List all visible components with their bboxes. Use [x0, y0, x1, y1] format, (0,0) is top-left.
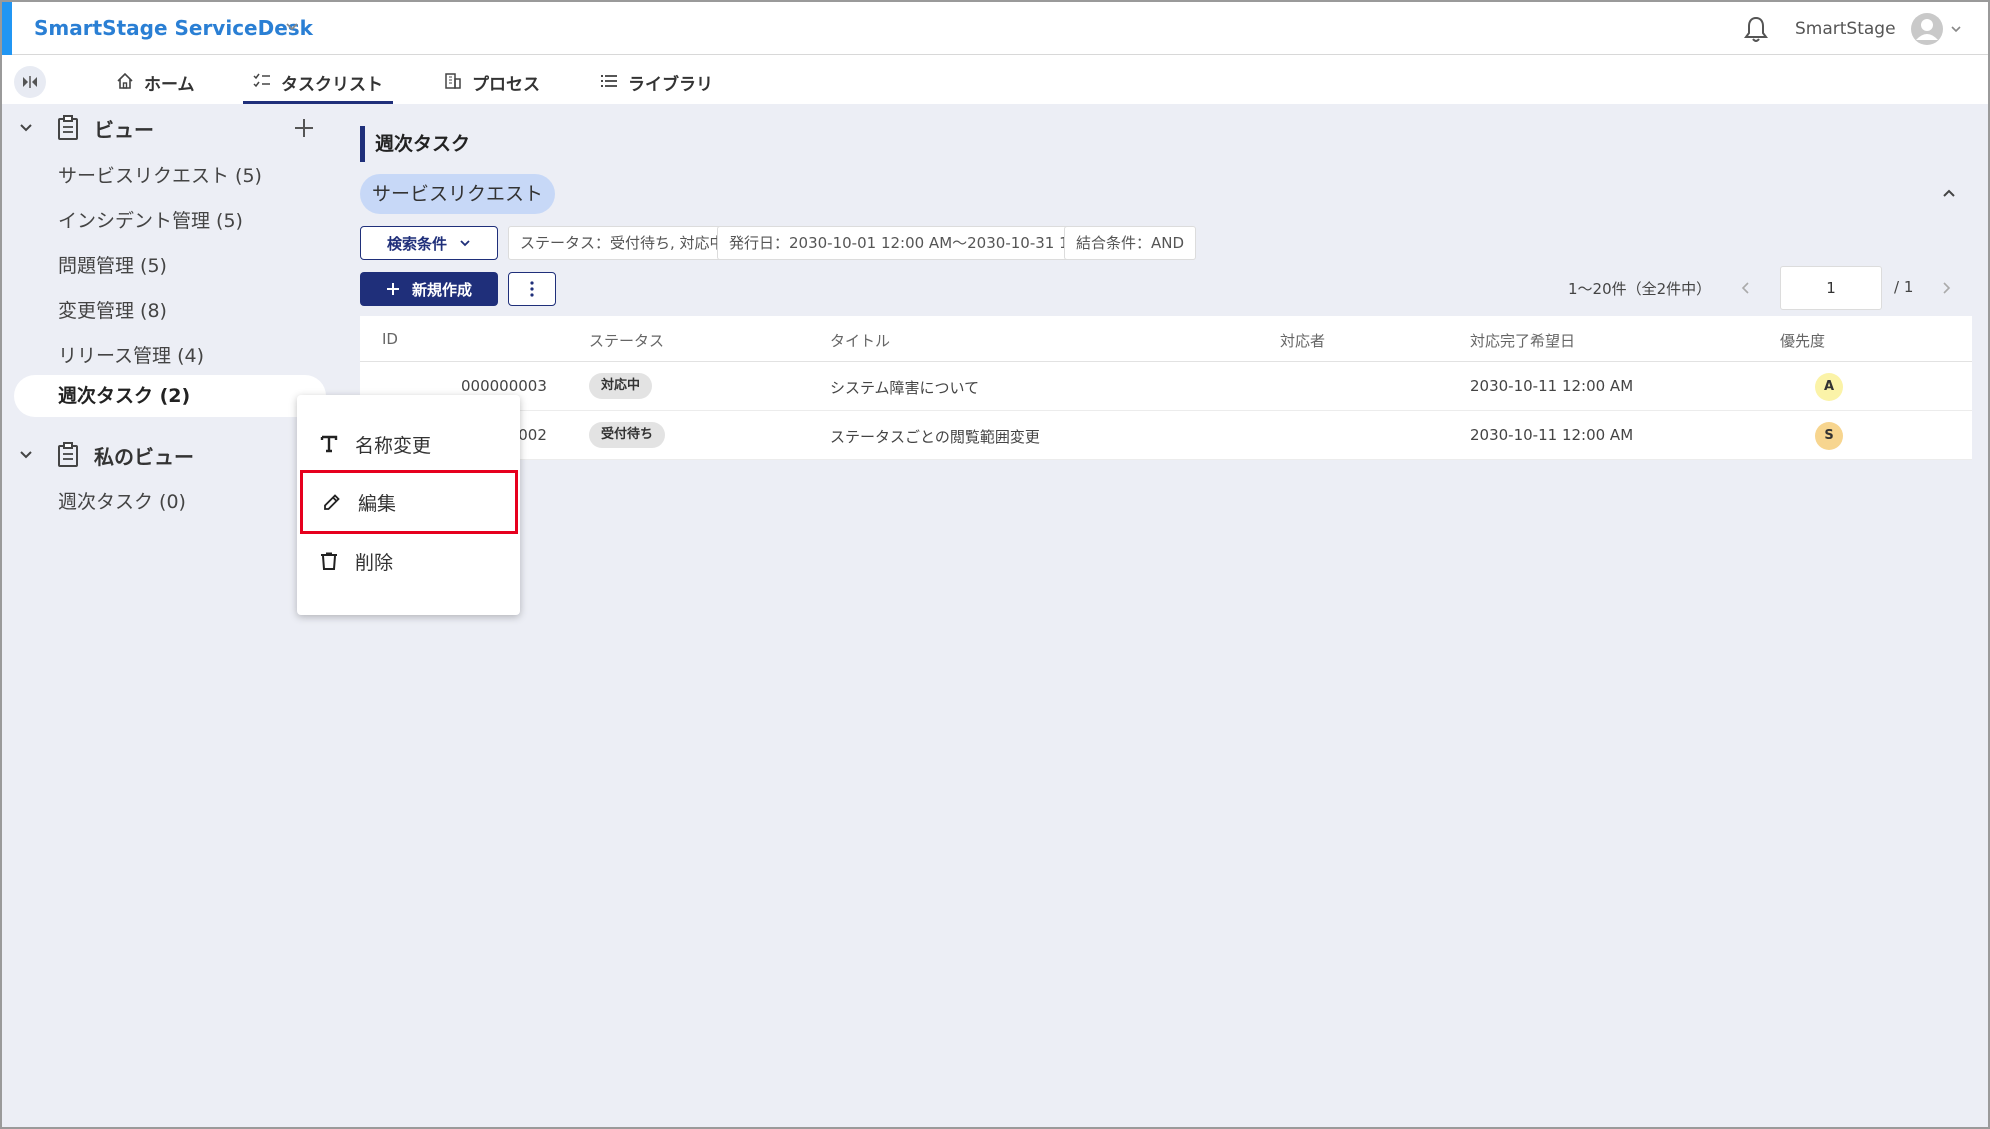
filter-chip-join-condition: 結合条件：AND	[1064, 226, 1197, 260]
view-type-pill[interactable]: サービスリクエスト	[360, 174, 556, 214]
add-view-icon[interactable]	[292, 116, 316, 140]
cell-id: 000000003	[461, 377, 547, 395]
tab-library[interactable]: ライブラリ	[600, 70, 713, 104]
trash-icon	[321, 552, 337, 570]
pager-summary: 1〜20件（全2件中）	[1568, 280, 1712, 298]
page-number-input[interactable]	[1780, 266, 1882, 310]
filter-chip-status: ステータス：受付待ち, 対応中	[508, 226, 737, 260]
app-header: SmartStage ServiceDesk SmartStage	[2, 2, 1988, 55]
tab-process[interactable]: プロセス	[444, 70, 540, 104]
search-conditions-button[interactable]: 検索条件	[360, 226, 498, 260]
cell-due-date: 2030-10-11 12:00 AM	[1470, 426, 1634, 444]
my-views-section-header[interactable]: 私のビュー	[16, 440, 194, 470]
sidebar-item-release[interactable]: リリース管理 (4)	[58, 341, 204, 368]
sidebar: ビュー サービスリクエスト (5) インシデント管理 (5) 問題管理 (5) …	[2, 104, 338, 1127]
chevron-up-icon[interactable]	[1940, 184, 1958, 202]
list-icon	[601, 75, 617, 87]
table-row[interactable]: 000000002 受付待ち ステータスごとの閲覧範囲変更 2030-10-11…	[360, 411, 1972, 460]
tab-tasklist[interactable]: タスクリスト	[243, 70, 393, 104]
my-views-section-title: 私のビュー	[94, 444, 194, 469]
create-new-label: 新規作成	[411, 280, 472, 299]
sidebar-item-weekly-task[interactable]: 週次タスク (2)	[14, 375, 326, 417]
tab-label: プロセス	[472, 75, 540, 95]
sidebar-item-change[interactable]: 変更管理 (8)	[58, 296, 167, 323]
tab-label: ホーム	[144, 75, 195, 95]
sidebar-item-my-weekly-task[interactable]: 週次タスク (0)	[58, 487, 186, 514]
table-row[interactable]: 000000003 対応中 システム障害について 2030-10-11 12:0…	[360, 362, 1972, 411]
main-content: 週次タスク サービスリクエスト 検索条件 ステータス：受付待ち, 対応中 発行日…	[338, 104, 1988, 1127]
column-header-status[interactable]: ステータス	[589, 330, 664, 351]
cell-title[interactable]: ステータスごとの閲覧範囲変更	[830, 426, 1040, 447]
chevron-left-icon[interactable]	[1738, 280, 1754, 296]
pencil-icon	[324, 494, 340, 510]
views-section-header[interactable]: ビュー	[16, 113, 154, 143]
tab-label: ライブラリ	[628, 75, 713, 95]
collapse-icon	[23, 76, 37, 88]
chevron-down-icon[interactable]	[285, 19, 299, 33]
column-header-priority[interactable]: 優先度	[1780, 330, 1825, 351]
page-title: 週次タスク	[360, 126, 470, 162]
sidebar-item-service-request[interactable]: サービスリクエスト (5)	[58, 161, 262, 188]
sidebar-item-incident[interactable]: インシデント管理 (5)	[58, 206, 243, 233]
column-header-id[interactable]: ID	[382, 330, 398, 348]
table-header: ID ステータス タイトル 対応者 対応完了希望日 優先度	[360, 316, 1972, 362]
user-name[interactable]: SmartStage	[1795, 19, 1896, 39]
status-badge: 受付待ち	[589, 422, 666, 448]
view-context-menu: 名称変更 編集 削除	[297, 395, 520, 615]
priority-badge: A	[1815, 373, 1843, 401]
more-vertical-icon	[530, 281, 534, 297]
menu-item-label: 名称変更	[355, 434, 432, 457]
views-section-title: ビュー	[94, 117, 154, 142]
chevron-down-icon[interactable]	[16, 118, 36, 138]
column-header-title[interactable]: タイトル	[830, 330, 890, 351]
clipboard-icon	[58, 115, 78, 140]
create-new-button[interactable]: 新規作成	[360, 272, 498, 306]
menu-item-edit[interactable]: 編集	[300, 470, 518, 534]
status-badge: 対応中	[589, 373, 653, 399]
bell-icon[interactable]	[1742, 14, 1770, 44]
sidebar-toggle-button[interactable]	[14, 66, 46, 98]
column-header-due-date[interactable]: 対応完了希望日	[1470, 330, 1575, 351]
menu-item-rename[interactable]: 名称変更	[297, 415, 520, 473]
more-actions-button[interactable]	[508, 272, 556, 306]
cell-title[interactable]: システム障害について	[830, 377, 979, 398]
chevron-down-icon[interactable]	[16, 445, 36, 465]
header-accent-bar	[2, 2, 12, 55]
menu-item-delete[interactable]: 削除	[297, 532, 520, 590]
task-table: ID ステータス タイトル 対応者 対応完了希望日 優先度 000000003 …	[360, 316, 1972, 460]
tab-label: タスクリスト	[281, 75, 383, 95]
cell-due-date: 2030-10-11 12:00 AM	[1470, 377, 1634, 395]
app-title[interactable]: SmartStage ServiceDesk	[34, 16, 313, 40]
menu-item-label: 編集	[358, 492, 397, 515]
chevron-down-icon	[460, 240, 470, 247]
checklist-icon	[253, 73, 270, 88]
chevron-down-icon[interactable]	[1950, 23, 1962, 35]
plus-icon	[386, 283, 399, 295]
app-window: SmartStage ServiceDesk SmartStage ホーム タス…	[0, 0, 1990, 1129]
main-nav: ホーム タスクリスト プロセス ライブラリ	[2, 56, 1988, 104]
chevron-right-icon[interactable]	[1938, 280, 1954, 296]
tab-home[interactable]: ホーム	[116, 70, 195, 104]
pager-total: / 1	[1894, 278, 1914, 296]
search-conditions-label: 検索条件	[386, 234, 447, 253]
home-icon	[117, 72, 133, 89]
priority-badge: S	[1815, 422, 1843, 450]
menu-item-label: 削除	[355, 551, 394, 574]
building-icon	[445, 73, 461, 89]
text-icon	[320, 435, 338, 453]
sidebar-item-problem[interactable]: 問題管理 (5)	[58, 251, 167, 278]
clipboard-icon	[58, 442, 78, 467]
column-header-assignee[interactable]: 対応者	[1280, 330, 1325, 351]
avatar-icon[interactable]	[1910, 12, 1944, 46]
